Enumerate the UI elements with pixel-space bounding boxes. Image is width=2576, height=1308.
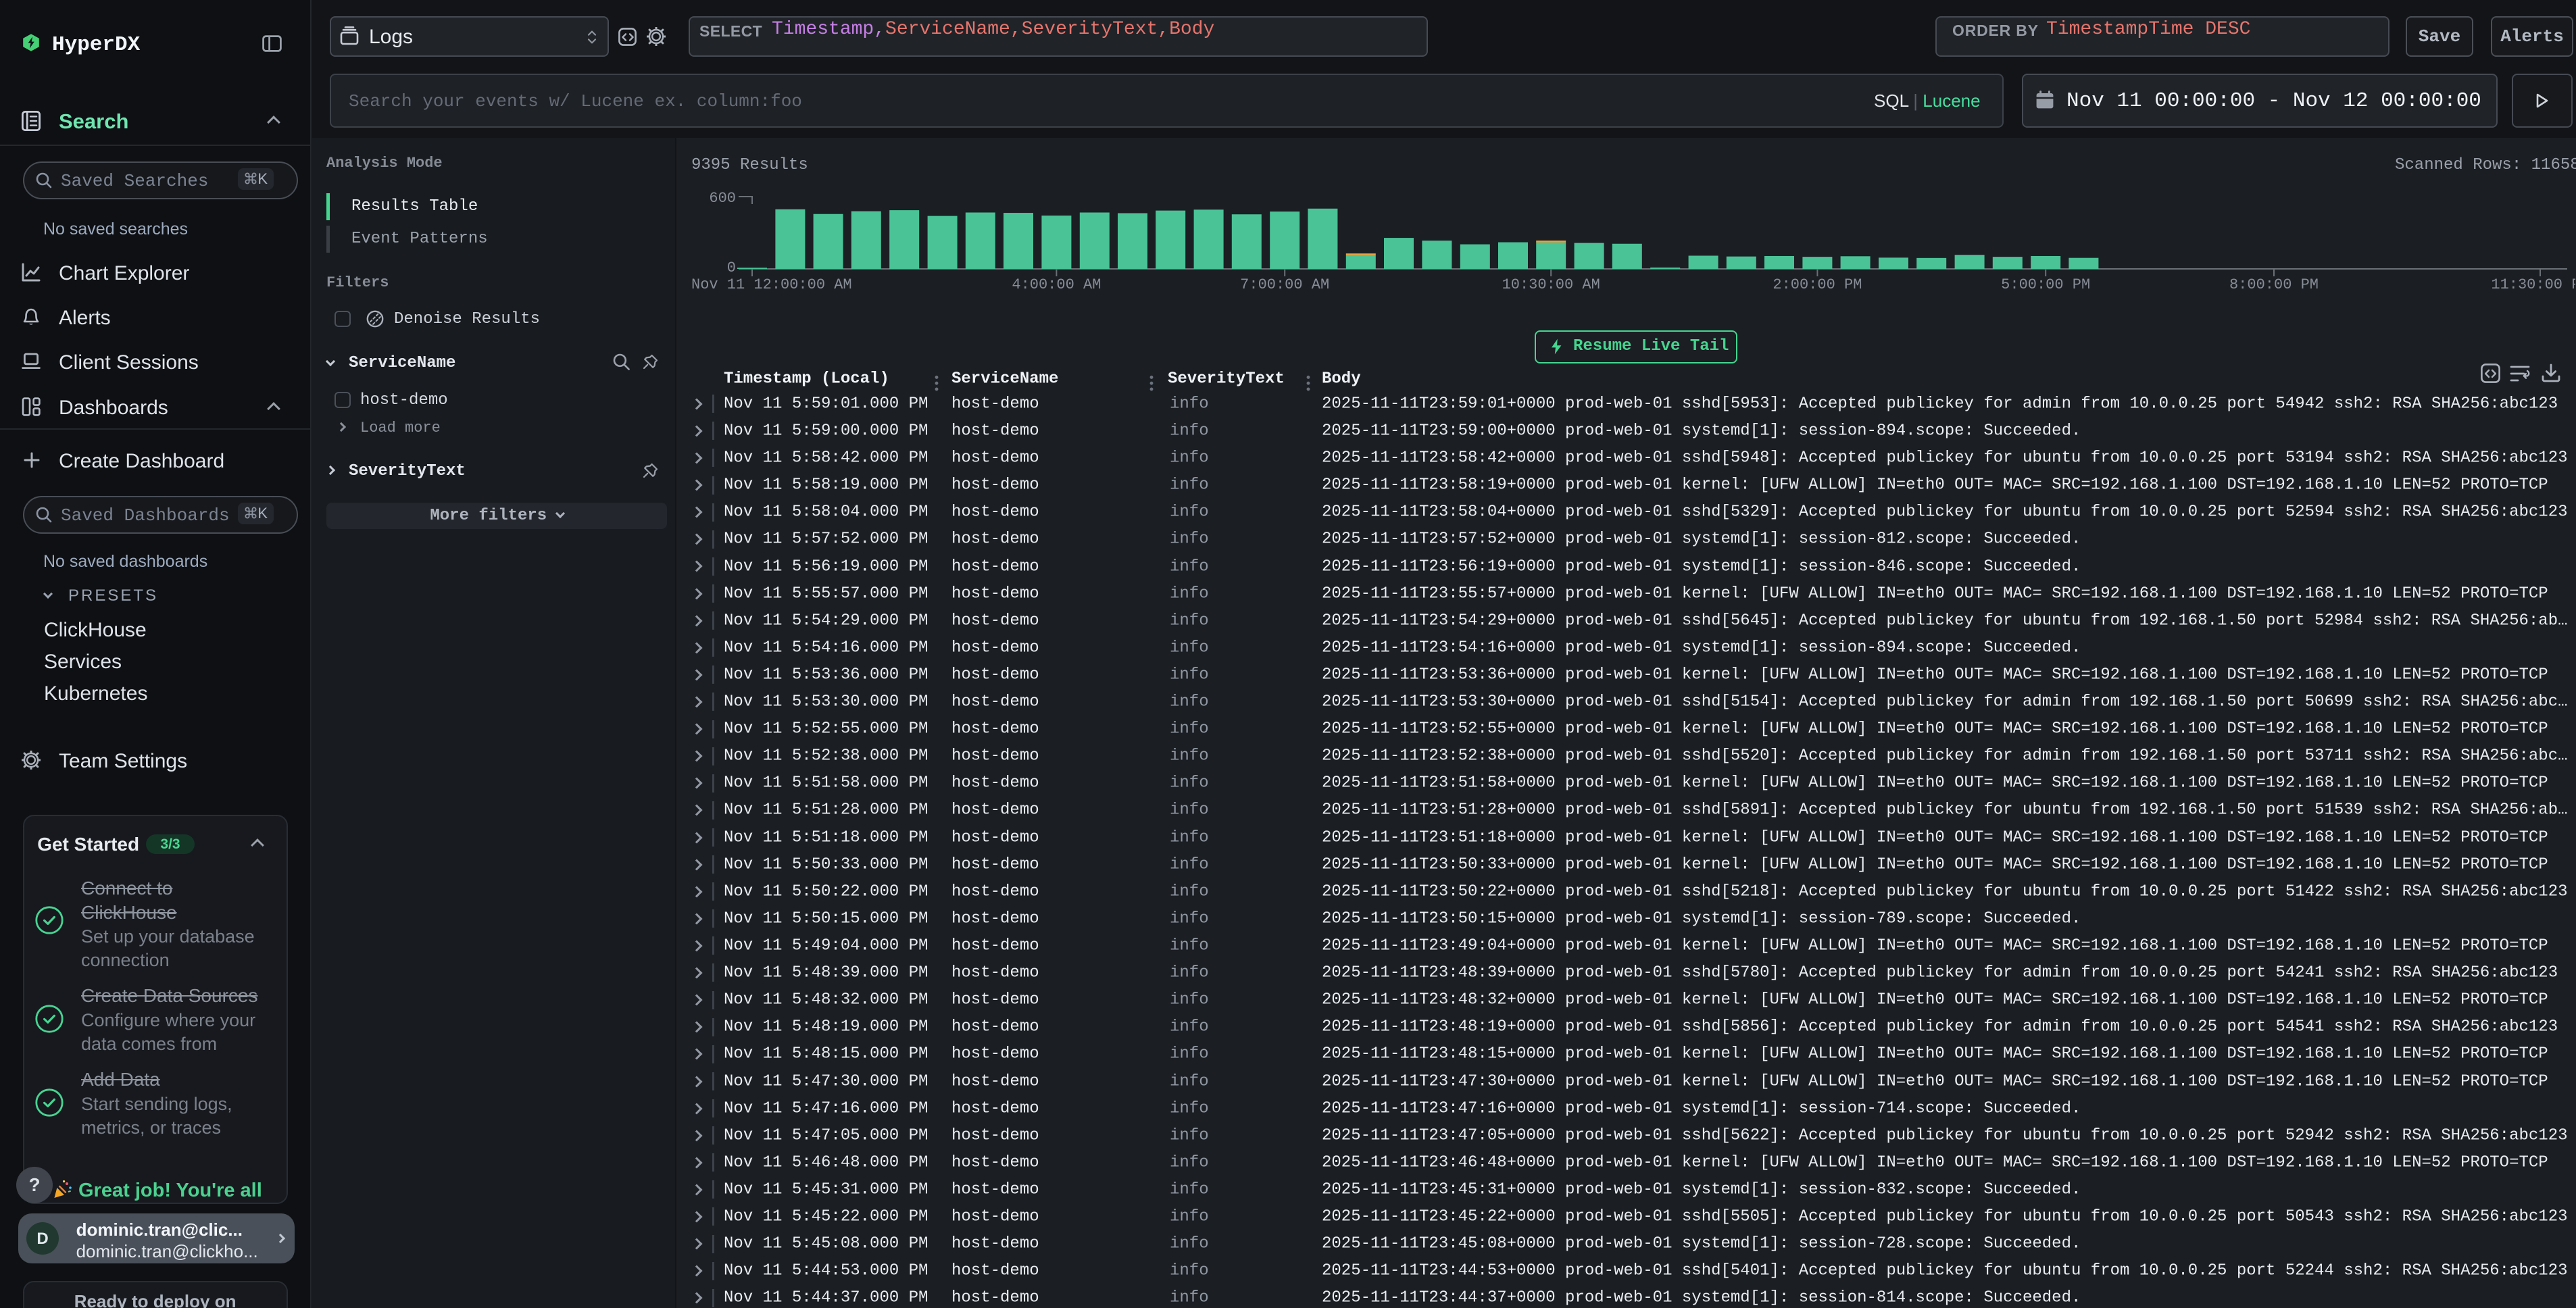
svg-text:4:00:00 AM: 4:00:00 AM — [1012, 276, 1101, 293]
svg-text:10:30:00 AM: 10:30:00 AM — [1502, 276, 1600, 293]
svg-text:8:00:00 PM: 8:00:00 PM — [2229, 276, 2319, 293]
svg-text:7:00:00 AM: 7:00:00 AM — [1240, 276, 1329, 293]
svg-text:11:30:00 PM: 11:30:00 PM — [2491, 276, 2575, 293]
svg-text:2:00:00 PM: 2:00:00 PM — [1773, 276, 1862, 293]
svg-text:5:00:00 PM: 5:00:00 PM — [2001, 276, 2090, 293]
svg-text:0: 0 — [727, 259, 736, 276]
svg-text:600: 600 — [709, 190, 736, 207]
svg-text:Nov 11 12:00:00 AM: Nov 11 12:00:00 AM — [691, 276, 852, 293]
